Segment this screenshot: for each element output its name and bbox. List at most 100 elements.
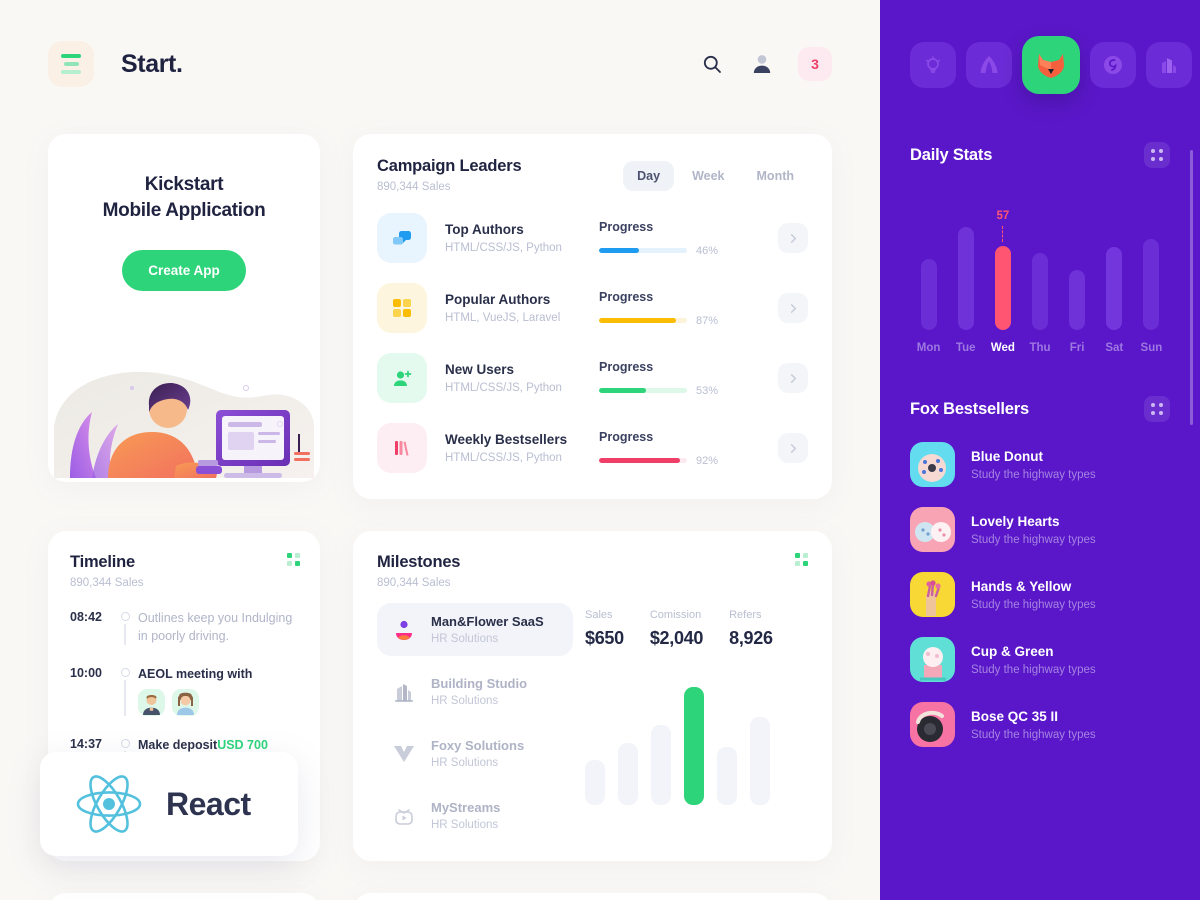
chevron-right-icon[interactable] [778,433,808,463]
daily-stats-bar [920,259,937,330]
chevron-right-icon[interactable] [778,363,808,393]
milestone-item[interactable]: Man&Flower SaaS HR Solutions [377,603,573,656]
daily-stats-bar [1143,238,1160,330]
bestseller-name: Lovely Hearts [971,513,1060,529]
books-icon [377,423,427,473]
daily-stats-column [1096,202,1133,330]
top-actions: 3 [698,47,832,81]
campaign-row[interactable]: New Users HTML/CSS/JS, Python Progress 5… [377,353,808,403]
progress-percent: 87% [696,314,719,327]
milestones-title: Milestones [377,553,461,571]
timeline-dot [120,739,130,748]
daily-stats-column [910,202,947,330]
progress-label: Progress [599,429,654,444]
bestseller-item[interactable]: Lovely Hearts Study the highway types [910,507,1170,552]
milestones-bar-chart [585,675,808,805]
campaign-row[interactable]: Top Authors HTML/CSS/JS, Python Progress… [377,213,808,263]
milestones-bar [651,725,671,805]
campaign-row-name: New Users [445,362,515,377]
lightbulb-icon[interactable] [910,42,956,88]
campaign-row[interactable]: Popular Authors HTML, VueJS, Laravel Pro… [377,283,808,333]
progress-percent: 92% [696,454,719,467]
fox-icon[interactable] [1022,36,1080,94]
bestseller-thumbnail [910,442,955,487]
progress-track [599,388,687,393]
campaign-leaders-card: Campaign Leaders 890,344 Sales Day Week … [353,134,832,499]
chevron-right-icon[interactable] [778,223,808,253]
milestones-header: Milestones 890,344 Sales [377,553,808,589]
bestseller-sub: Study the highway types [971,533,1096,546]
timeline-time: 08:42 [70,610,102,624]
milestones-bar [717,747,737,805]
progress-fill [599,458,680,463]
timeline-text: AEOL meeting with [138,667,253,681]
daily-stats-x-label: Sun [1140,342,1163,354]
daily-stats-x-label: Thu [1029,342,1051,354]
daily-stats-value-label: 57 [996,209,1010,222]
chevron-right-icon[interactable] [778,293,808,323]
tab-day[interactable]: Day [623,161,675,191]
milestones-bar [684,687,704,805]
notification-badge[interactable]: 3 [798,47,832,81]
milestone-sub: HR Solutions [431,819,499,831]
dashboard-root: Start. 3 Kickstart Mobile Application Cr… [0,0,1200,900]
building-icon[interactable] [1146,42,1192,88]
milestone-name: Foxy Solutions [431,738,525,753]
timeline-item: 10:00 AEOL meeting with [70,665,300,716]
tab-week[interactable]: Week [678,161,738,191]
milestones-subtitle: 890,344 Sales [377,577,451,589]
grid-dots-icon[interactable] [1144,396,1170,422]
hamburger-menu-icon[interactable] [48,41,94,87]
grid-dots-icon[interactable] [1144,142,1170,168]
bestseller-item[interactable]: Blue Donut Study the highway types [910,442,1170,487]
bestseller-item[interactable]: Bose QC 35 II Study the highway types [910,702,1170,747]
bestsellers-list: Blue Donut Study the highway types Lovely … [910,442,1170,747]
daily-stats-x-labels: Mon Tue Wed Thu Fri Sat Sun [910,342,1170,354]
daily-stats-column [1133,202,1170,330]
arch-icon[interactable] [966,42,1012,88]
daily-stats-x-label: Mon [916,342,941,354]
milestone-item[interactable]: Building Studio HR Solutions [377,665,573,718]
progress-label: Progress [599,219,654,234]
search-icon[interactable] [698,50,726,78]
page-title: Start. [121,49,183,78]
progress-fill [599,388,646,393]
main-content: Start. 3 Kickstart Mobile Application Cr… [0,0,880,900]
milestone-item[interactable]: MyStreams HR Solutions [377,789,573,842]
milestone-item[interactable]: Foxy Solutions HR Solutions [377,727,573,780]
progress-label: Progress [599,289,654,304]
grid-dots-icon[interactable] [795,553,808,566]
bestseller-item[interactable]: Cup & Green Study the highway types [910,637,1170,682]
stat-value: $2,040 [649,628,704,648]
timeline-header: Timeline 890,344 Sales [70,553,300,589]
timeline-text: Outlines keep you Indulging in poorly dr… [138,611,293,643]
daily-stats-bar [1106,247,1123,330]
person-at-computer-illustration [54,371,314,478]
kickstart-title: Kickstart Mobile Application [70,172,298,224]
right-sidebar: Daily Stats 57 Mon Tue Wed Thu Fri Sat Sun Fox… [880,0,1200,900]
campaign-row-name: Popular Authors [445,292,551,307]
user-avatar-icon[interactable] [748,50,776,78]
nine-spiral-icon[interactable] [1090,42,1136,88]
building-icon [389,681,419,703]
campaign-row[interactable]: Weekly Bestsellers HTML/CSS/JS, Python P… [377,423,808,473]
milestones-list: Man&Flower SaaS HR Solutions Building St… [377,603,573,851]
app-switcher [910,36,1192,94]
tab-month[interactable]: Month [743,161,808,191]
react-badge-card[interactable]: React [40,752,298,856]
progress-fill [599,248,640,253]
bestseller-item[interactable]: Hands & Yellow Study the highway types [910,572,1170,617]
react-atom-icon [76,775,142,833]
stat-label: Refers [729,609,762,621]
campaign-period-tabs: Day Week Month [623,161,808,191]
bestseller-sub: Study the highway types [971,728,1096,741]
sidebar-scrollbar[interactable] [1190,150,1193,425]
grid-dots-icon[interactable] [287,553,300,566]
daily-stats-bar-chart: 57 [910,202,1170,330]
chat-bubbles-icon [377,213,427,263]
timeline-time: 10:00 [70,666,102,680]
bestseller-sub: Study the highway types [971,663,1096,676]
fox-chevron-icon [389,743,419,765]
create-app-button[interactable]: Create App [122,250,246,291]
daily-stats-bar [994,245,1011,330]
